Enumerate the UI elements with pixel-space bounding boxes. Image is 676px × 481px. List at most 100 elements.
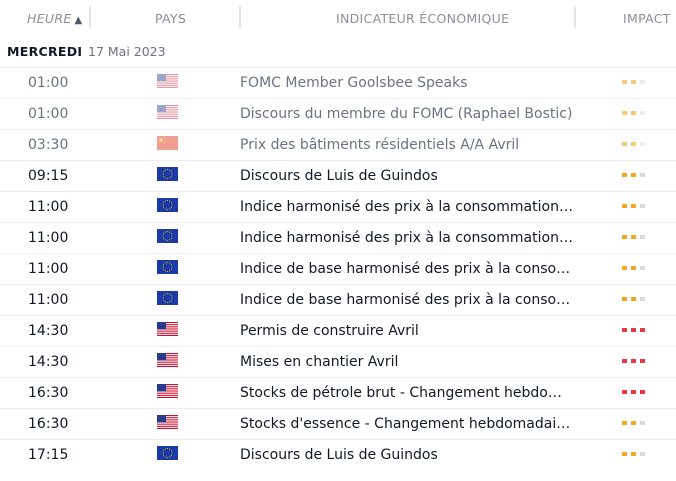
eu-flag-icon: [157, 259, 178, 274]
impact-dot-filled: [622, 390, 627, 394]
impact-indicator: [622, 204, 652, 210]
impact-dot-empty: [640, 235, 645, 239]
column-header-time[interactable]: HEURE ▲: [27, 11, 83, 26]
impact-dot-filled: [622, 359, 627, 363]
table-row[interactable]: 16:30 Stocks d'essence - Changement hebdo…: [0, 408, 676, 440]
event-time: 14:30: [28, 323, 69, 339]
impact-dot-filled: [631, 80, 636, 84]
impact-indicator: [622, 328, 652, 334]
sort-ascending-icon[interactable]: ▲: [75, 15, 83, 26]
impact-dot-filled: [631, 235, 636, 239]
event-name[interactable]: Indice harmonisé des prix à la consommat…: [240, 230, 575, 246]
table-row[interactable]: 16:30 Stocks de pétrole brut - Changement…: [0, 377, 676, 409]
us-flag-icon: [157, 352, 178, 367]
table-row[interactable]: 11:00 Indice harmonisé des prix à la cons…: [0, 191, 676, 223]
impact-indicator: [622, 111, 652, 117]
event-name[interactable]: Mises en chantier Avril: [240, 354, 575, 370]
event-name[interactable]: Indice harmonisé des prix à la consommat…: [240, 199, 575, 215]
impact-dot-filled: [622, 204, 627, 208]
impact-indicator: [622, 80, 652, 86]
impact-indicator: [622, 359, 652, 365]
table-row[interactable]: 03:30 Prix des bâtiments résidentiels A/A…: [0, 129, 676, 161]
impact-dot-filled: [622, 421, 627, 425]
table-row[interactable]: 01:00 Discours du membre du FOMC (Raphael…: [0, 98, 676, 130]
impact-dot-filled: [622, 297, 627, 301]
impact-dot-filled: [622, 80, 627, 84]
impact-dot-filled: [631, 452, 636, 456]
impact-dot-filled: [631, 173, 636, 177]
us-flag-icon: [157, 104, 178, 119]
column-divider: [574, 6, 576, 28]
us-flag-icon: [157, 321, 178, 336]
impact-indicator: [622, 390, 652, 396]
event-name[interactable]: Indice de base harmonisé des prix à la c…: [240, 261, 575, 277]
impact-dot-filled: [631, 266, 636, 270]
impact-dot-filled: [622, 266, 627, 270]
table-row[interactable]: 11:00 Indice de base harmonisé des prix à…: [0, 253, 676, 285]
event-name[interactable]: FOMC Member Goolsbee Speaks: [240, 75, 575, 91]
impact-dot-empty: [640, 421, 645, 425]
event-name[interactable]: Discours de Luis de Guindos: [240, 447, 575, 463]
column-header-indicator[interactable]: INDICATEUR ÉCONOMIQUE: [336, 11, 509, 26]
table-row[interactable]: 14:30 Mises en chantier Avril: [0, 346, 676, 378]
impact-dot-filled: [622, 173, 627, 177]
impact-dot-filled: [622, 235, 627, 239]
impact-dot-filled: [622, 328, 627, 332]
event-time: 01:00: [28, 106, 69, 122]
impact-dot-empty: [640, 80, 645, 84]
impact-dot-filled: [631, 421, 636, 425]
table-header: HEURE ▲ PAYS INDICATEUR ÉCONOMIQUE IMPACT: [0, 0, 676, 38]
impact-dot-empty: [640, 142, 645, 146]
event-time: 16:30: [28, 385, 69, 401]
column-divider: [89, 6, 91, 28]
impact-dot-empty: [640, 173, 645, 177]
eu-flag-icon: [157, 445, 178, 460]
impact-dot-filled: [631, 204, 636, 208]
impact-dot-empty: [640, 297, 645, 301]
column-divider: [239, 6, 241, 28]
column-header-country[interactable]: PAYS: [155, 11, 186, 26]
event-time: 11:00: [28, 199, 69, 215]
impact-indicator: [622, 452, 652, 458]
impact-indicator: [622, 142, 652, 148]
event-time: 11:00: [28, 292, 69, 308]
event-name[interactable]: Stocks de pétrole brut - Changement hebd…: [240, 385, 575, 401]
event-time: 11:00: [28, 261, 69, 277]
day-name: MERCREDI: [7, 44, 83, 59]
impact-dot-empty: [640, 266, 645, 270]
column-header-impact[interactable]: IMPACT: [623, 11, 671, 26]
table-row[interactable]: 17:15 Discours de Luis de Guindos: [0, 439, 676, 471]
event-name[interactable]: Indice de base harmonisé des prix à la c…: [240, 292, 575, 308]
impact-dot-filled: [640, 359, 645, 363]
impact-indicator: [622, 173, 652, 179]
impact-indicator: [622, 421, 652, 427]
event-name[interactable]: Discours du membre du FOMC (Raphael Bost…: [240, 106, 575, 122]
event-time: 11:00: [28, 230, 69, 246]
impact-indicator: [622, 266, 652, 272]
impact-dot-filled: [631, 328, 636, 332]
impact-dot-filled: [622, 452, 627, 456]
us-flag-icon: [157, 383, 178, 398]
table-row[interactable]: 11:00 Indice de base harmonisé des prix à…: [0, 284, 676, 316]
impact-indicator: [622, 235, 652, 241]
impact-dot-filled: [640, 328, 645, 332]
event-name[interactable]: Discours de Luis de Guindos: [240, 168, 575, 184]
event-name[interactable]: Prix des bâtiments résidentiels A/A Avri…: [240, 137, 575, 153]
impact-dot-filled: [631, 359, 636, 363]
impact-dot-empty: [640, 452, 645, 456]
eu-flag-icon: [157, 228, 178, 243]
event-name[interactable]: Stocks d'essence - Changement hebdomadai…: [240, 416, 575, 432]
impact-dot-empty: [640, 204, 645, 208]
day-group-header: MERCREDI 17 Mai 2023: [0, 38, 676, 67]
table-row[interactable]: 14:30 Permis de construire Avril: [0, 315, 676, 347]
table-row[interactable]: 11:00 Indice harmonisé des prix à la cons…: [0, 222, 676, 254]
us-flag-icon: [157, 73, 178, 88]
event-name[interactable]: Permis de construire Avril: [240, 323, 575, 339]
china-flag-icon: [157, 135, 178, 150]
impact-indicator: [622, 297, 652, 303]
day-date: 17 Mai 2023: [88, 44, 166, 59]
table-row[interactable]: 09:15 Discours de Luis de Guindos: [0, 160, 676, 192]
impact-dot-filled: [640, 390, 645, 394]
event-time: 01:00: [28, 75, 69, 91]
table-row[interactable]: 01:00 FOMC Member Goolsbee Speaks: [0, 67, 676, 99]
